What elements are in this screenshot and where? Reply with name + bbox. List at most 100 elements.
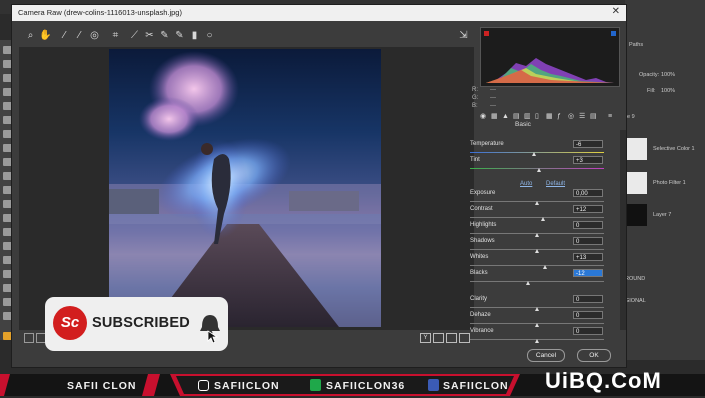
copy-settings-icon[interactable] (446, 333, 457, 343)
slider-value-field[interactable]: +12 (573, 205, 603, 213)
slider-thumb[interactable] (542, 265, 547, 269)
lens-tab-icon[interactable]: ▯ (535, 113, 543, 121)
slider-label: Clarity (470, 296, 488, 302)
slider-track[interactable] (470, 281, 604, 282)
close-icon[interactable]: ✕ (612, 6, 620, 17)
slider-value-field[interactable]: -12 (573, 269, 603, 277)
slider-label: Shadows (470, 238, 495, 244)
layer-thumbnail[interactable] (627, 138, 647, 160)
opacity-value[interactable]: 100% (661, 72, 675, 78)
calibration-tab-icon[interactable]: ◎ (568, 113, 576, 121)
fill-value[interactable]: 100% (661, 88, 675, 94)
swap-settings-icon[interactable] (433, 333, 444, 343)
slider-value-field[interactable]: 0 (573, 295, 603, 303)
radial-filter-icon[interactable]: ○ (203, 29, 216, 42)
detail-tab-icon[interactable]: ▲ (502, 113, 510, 121)
slider-value-field[interactable]: +13 (573, 253, 603, 261)
slider-label: Whites (470, 254, 489, 260)
ok-button[interactable]: OK (577, 349, 611, 362)
slider-thumb[interactable] (526, 281, 531, 285)
green-value: --- (490, 95, 496, 101)
slider-track[interactable] (470, 265, 604, 266)
white-balance-icon[interactable]: ⁄ (58, 29, 71, 42)
slider-thumb[interactable] (534, 339, 539, 343)
slider-value-field[interactable]: 0,00 (573, 189, 603, 197)
slider-value-field[interactable]: +3 (573, 156, 603, 164)
slider-value-field[interactable]: 0 (573, 221, 603, 229)
graduated-filter-icon[interactable]: ▮ (188, 29, 201, 42)
slider-thumb[interactable] (541, 217, 546, 221)
open-preferences-icon[interactable]: ⇲ (457, 29, 470, 42)
slider-track[interactable] (470, 152, 604, 153)
panel-scrollbar[interactable] (620, 130, 626, 345)
channel-name: SAFII CLON (67, 380, 137, 392)
color-sampler-icon[interactable]: ⁄ (73, 29, 86, 42)
slider-thumb[interactable] (534, 307, 539, 311)
slider-value-field[interactable]: 0 (573, 311, 603, 319)
slider-thumb[interactable] (534, 249, 539, 253)
straighten-icon[interactable]: ⟋ (128, 29, 141, 42)
slider-thumb[interactable] (534, 233, 539, 237)
layer-thumbnail[interactable] (627, 204, 647, 226)
basic-section-title: Basic (515, 121, 531, 128)
layer-thumbnail[interactable] (627, 172, 647, 194)
slider-thumb[interactable] (537, 168, 542, 172)
layer-name[interactable]: Selective Color 1 (653, 146, 695, 152)
facebook-icon (428, 379, 439, 391)
hsl-tab-icon[interactable]: ▤ (513, 113, 521, 121)
slider-track[interactable] (470, 217, 604, 218)
zoom-icon[interactable]: ⌕ (24, 29, 37, 42)
slider-thumb[interactable] (534, 323, 539, 327)
slider-label: Blacks (470, 270, 488, 276)
toggle-settings-icon[interactable] (459, 333, 470, 343)
instagram-handle: SAFIICLON (214, 380, 280, 392)
crop-icon[interactable]: ⌗ (109, 29, 122, 42)
basic-tab-icon[interactable]: ◉ (480, 113, 488, 121)
snapshots-tab-icon[interactable]: ▤ (590, 113, 598, 121)
panel-menu-icon[interactable]: ≡ (608, 113, 616, 121)
layer-name[interactable]: Layer 7 (653, 212, 671, 218)
effects-tab-icon[interactable]: ▦ (546, 113, 554, 121)
auto-link[interactable]: Auto (520, 181, 532, 187)
slider-label: Exposure (470, 190, 496, 196)
spot-removal-icon[interactable]: ✂ (143, 29, 156, 42)
slider-label: Vibrance (470, 328, 494, 334)
slider-label: Temperature (470, 141, 504, 147)
cancel-button[interactable]: Cancel (527, 349, 565, 362)
layer-name[interactable]: Photo Filter 1 (653, 180, 686, 186)
slider-thumb[interactable] (534, 201, 539, 205)
slider-thumb[interactable] (531, 152, 536, 156)
channel-logo: Sc (53, 306, 87, 340)
fx-tab-icon[interactable]: ƒ (557, 113, 565, 121)
opacity-label: Opacity: (639, 72, 660, 78)
instagram-icon (198, 380, 209, 391)
histogram (480, 27, 620, 87)
default-link[interactable]: Default (546, 181, 565, 187)
red-label: R: (472, 87, 478, 93)
bell-icon (200, 315, 220, 343)
slider-label: Dehaze (470, 312, 491, 318)
slider-value-field[interactable]: 0 (573, 237, 603, 245)
twitter-icon (310, 379, 321, 391)
tone-curve-tab-icon[interactable]: ▦ (491, 113, 499, 121)
layer-partial-label: e 9 (627, 114, 635, 120)
paths-tab[interactable]: Paths (629, 42, 643, 48)
group-partial-label: ROUND (625, 276, 646, 282)
red-value: --- (490, 87, 496, 93)
photo-preview (109, 49, 381, 327)
group-partial-label: GIONAL (625, 298, 646, 304)
slider-value-field[interactable]: -6 (573, 140, 603, 148)
photo-artwork (109, 51, 381, 327)
fill-label: Fill: (647, 88, 656, 94)
before-after-icon[interactable]: Y (420, 333, 431, 343)
slider-value-field[interactable]: 0 (573, 327, 603, 335)
adjustment-brush-icon[interactable]: ✎ (173, 29, 186, 42)
image-preview-area[interactable] (19, 47, 474, 330)
toggle-full-screen-icon[interactable] (24, 333, 34, 343)
red-eye-icon[interactable]: ✎ (158, 29, 171, 42)
hand-icon[interactable]: ✋ (39, 29, 52, 42)
blue-label: B: (472, 103, 478, 109)
presets-tab-icon[interactable]: ☰ (579, 113, 587, 121)
targeted-adjust-icon[interactable]: ◎ (88, 29, 101, 42)
split-toning-tab-icon[interactable]: ▥ (524, 113, 532, 121)
